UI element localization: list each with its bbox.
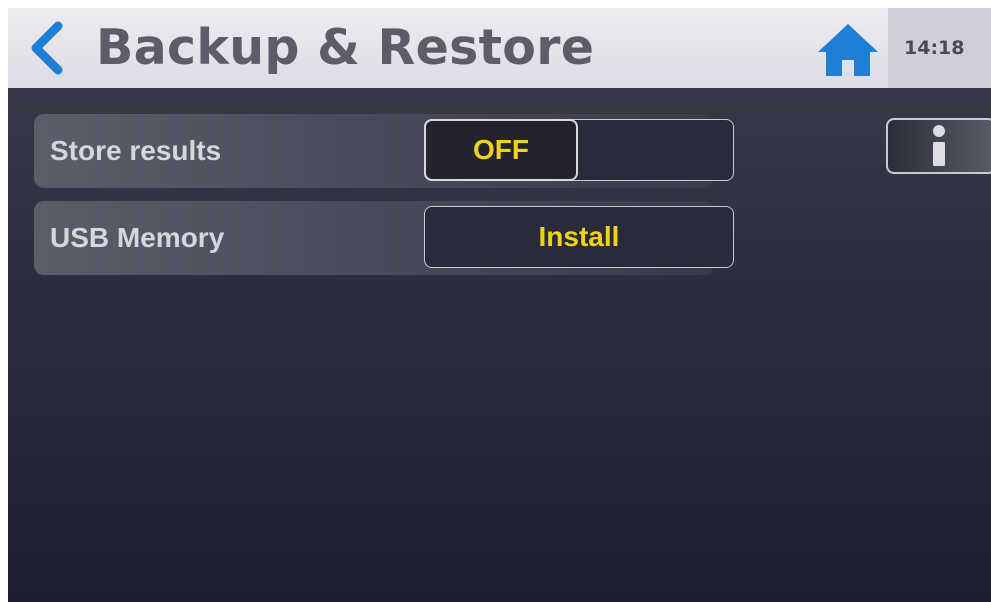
usb-memory-label: USB Memory <box>50 222 225 253</box>
page-title: Backup & Restore <box>96 19 595 76</box>
clock-display: 14:18 <box>888 8 991 88</box>
install-button[interactable]: Install <box>424 206 734 268</box>
info-button[interactable] <box>886 118 991 174</box>
toggle-value: OFF <box>424 119 578 181</box>
header-bar: Backup & Restore 14:18 <box>8 8 991 88</box>
device-screen: Backup & Restore 14:18 Store results OFF… <box>8 8 991 602</box>
store-results-label: Store results <box>50 135 222 166</box>
usb-memory-row: USB Memory Install <box>34 201 734 275</box>
home-icon[interactable] <box>816 22 880 78</box>
chevron-left-icon[interactable] <box>24 20 68 76</box>
store-results-row: Store results OFF <box>34 114 734 188</box>
store-results-toggle[interactable]: OFF <box>424 119 734 181</box>
info-icon <box>933 125 945 166</box>
